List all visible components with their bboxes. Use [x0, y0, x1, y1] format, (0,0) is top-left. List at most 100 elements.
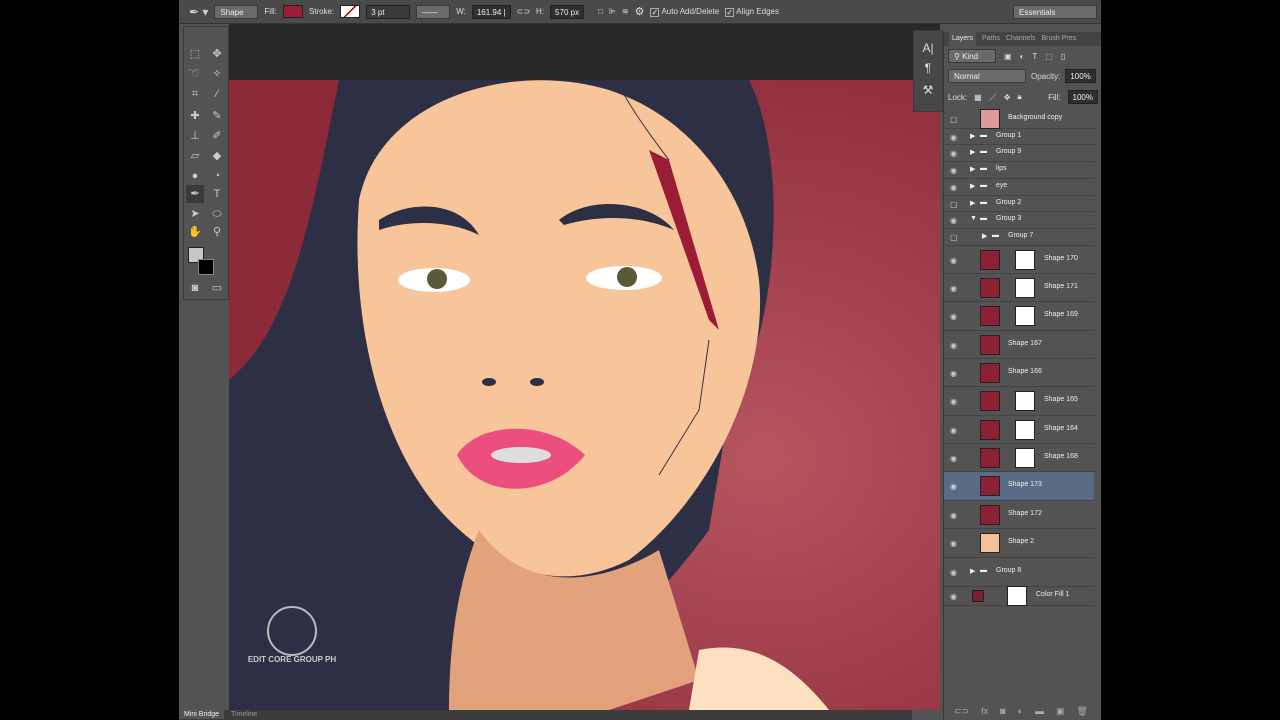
tab-mini-bridge[interactable]: Mini Bridge — [179, 710, 225, 719]
pen-tool[interactable]: ✒ — [186, 185, 204, 203]
filter-kind-dropdown[interactable]: ⚲ Kind — [948, 49, 996, 63]
healing-tool[interactable]: ✚ — [186, 107, 204, 125]
layer-row[interactable]: ◉ Color Fill 1 — [944, 586, 1094, 606]
layer-row[interactable]: ◉ Shape 166 — [944, 359, 1094, 387]
layer-row[interactable]: ◉ ▶ ▬ Group 8 — [944, 558, 1094, 587]
chevron-right-icon[interactable]: ▶ — [982, 232, 987, 240]
paint-bucket-tool[interactable]: ◆ — [208, 147, 226, 165]
layer-row[interactable]: ▢ Background copy — [944, 108, 1094, 129]
layer-row[interactable]: ◉ Shape 172 — [944, 501, 1094, 529]
visibility-off-icon[interactable]: ▢ — [950, 115, 958, 124]
crop-tool[interactable]: ⌗ — [186, 85, 204, 103]
eye-icon[interactable]: ◉ — [950, 256, 957, 265]
eye-icon[interactable]: ◉ — [950, 568, 957, 577]
tool-mode-dropdown[interactable]: Shape — [214, 4, 259, 19]
history-brush-tool[interactable]: ✐ — [208, 127, 226, 145]
new-layer-icon[interactable]: ▣ — [1056, 706, 1065, 717]
document-canvas[interactable]: EDIT CORE GROUP PH — [229, 80, 940, 710]
tab-layers[interactable]: Layers — [949, 32, 977, 46]
path-selection-tool[interactable]: ➤ — [186, 205, 204, 223]
layer-row[interactable]: ◉ Shape 170 — [944, 246, 1094, 274]
filter-type-icon[interactable]: T — [1032, 52, 1037, 61]
layer-row[interactable]: ◉ Shape 168 — [944, 444, 1094, 472]
new-group-icon[interactable]: ▬ — [1035, 706, 1044, 717]
eye-icon[interactable]: ◉ — [950, 592, 957, 601]
link-icon[interactable]: ⊂⊃ — [517, 7, 530, 16]
auto-add-delete-checkbox[interactable]: ✓ Auto Add/Delete — [650, 7, 719, 17]
layer-row[interactable]: ◉ Shape 169 — [944, 302, 1094, 331]
screen-mode-icon[interactable]: ▭ — [208, 279, 226, 297]
tab-channels[interactable]: Channels — [1006, 32, 1036, 46]
blend-mode-dropdown[interactable]: Normal — [948, 69, 1026, 83]
move-tool[interactable]: ✥ — [208, 45, 226, 63]
tab-paths[interactable]: Paths — [982, 32, 1000, 46]
layer-row[interactable]: ◉ Shape 173 — [944, 472, 1094, 501]
blur-tool[interactable]: ● — [186, 167, 204, 185]
chevron-right-icon[interactable]: ▶ — [970, 165, 975, 173]
lasso-tool[interactable]: ➰ — [186, 65, 204, 83]
chevron-right-icon[interactable]: ▶ — [970, 567, 975, 575]
paragraph-icon[interactable]: ¶ — [914, 61, 942, 75]
chevron-down-icon[interactable]: ▼ — [970, 215, 977, 222]
layer-row[interactable]: ◉ ▶ ▬ lips — [944, 162, 1094, 179]
eye-icon[interactable]: ◉ — [950, 426, 957, 435]
trash-icon[interactable]: 🗑︎ — [1077, 706, 1088, 717]
stamp-tool[interactable]: ⊥ — [186, 127, 204, 145]
opacity-field[interactable]: 100% — [1065, 69, 1096, 83]
lock-all-icon[interactable]: 🔒︎ — [1017, 92, 1021, 102]
pen-icon[interactable]: ✒ ▾ — [189, 5, 208, 19]
layer-row[interactable]: ◉ Shape 164 — [944, 416, 1094, 444]
stroke-width-field[interactable]: 3 pt — [366, 4, 411, 19]
fx-icon[interactable]: fx — [981, 706, 988, 717]
background-color[interactable] — [198, 259, 214, 275]
visibility-off-icon[interactable]: ▢ — [950, 233, 958, 242]
add-mask-icon[interactable]: ◙ — [1000, 706, 1005, 717]
path-arrangement-icon[interactable]: ≋ — [622, 7, 629, 16]
layer-row[interactable]: ◉ Shape 165 — [944, 387, 1094, 416]
stroke-swatch[interactable] — [340, 5, 361, 18]
eyedropper-tool[interactable]: ⁄ — [208, 85, 226, 103]
filter-shape-icon[interactable]: ⬚ — [1045, 52, 1053, 61]
height-field[interactable]: 570 px — [550, 4, 585, 19]
visibility-off-icon[interactable]: ▢ — [950, 200, 958, 209]
eye-icon[interactable]: ◉ — [950, 397, 957, 406]
tool-presets-icon[interactable]: ⚒ — [914, 83, 942, 97]
width-field[interactable]: 161.94 | — [471, 4, 511, 19]
path-alignment-icon[interactable]: ⊫ — [609, 7, 616, 16]
eye-icon[interactable]: ◉ — [950, 284, 957, 293]
magic-wand-tool[interactable]: ✧ — [208, 65, 226, 83]
hand-tool[interactable]: ✋ — [186, 223, 204, 241]
eye-icon[interactable]: ◉ — [950, 133, 957, 142]
lock-image-icon[interactable]: ／ — [989, 92, 997, 103]
layer-row[interactable]: ◉ Shape 2 — [944, 529, 1094, 558]
stroke-type-dropdown[interactable]: —— — [416, 4, 451, 19]
workspace-dropdown[interactable]: Essentials — [1013, 4, 1097, 19]
eye-icon[interactable]: ◉ — [950, 369, 957, 378]
ellipse-tool[interactable]: ⬭ — [208, 205, 226, 223]
fill-field[interactable]: 100% — [1067, 90, 1098, 104]
eye-icon[interactable]: ◉ — [950, 454, 957, 463]
tab-brush-presets[interactable]: Brush Pres — [1042, 32, 1077, 46]
layer-row[interactable]: ◉ ▶ ▬ eye — [944, 179, 1094, 196]
eye-icon[interactable]: ◉ — [950, 216, 957, 225]
layer-row[interactable]: ◉ ▶ ▬ Group 9 — [944, 145, 1094, 162]
dodge-tool[interactable]: ◔ — [208, 167, 226, 185]
eye-icon[interactable]: ◉ — [950, 539, 957, 548]
brush-tool[interactable]: ✎ — [208, 107, 226, 125]
layer-row[interactable]: ◉ Shape 167 — [944, 331, 1094, 359]
eye-icon[interactable]: ◉ — [950, 511, 957, 520]
gear-icon[interactable]: ⚙ — [635, 5, 645, 18]
path-operations-icon[interactable]: □ — [598, 7, 603, 16]
eye-icon[interactable]: ◉ — [950, 482, 957, 491]
layer-row[interactable]: ◉ ▶ ▬ Group 1 — [944, 129, 1094, 145]
tab-timeline[interactable]: Timeline — [226, 710, 262, 719]
zoom-tool[interactable]: ⚲ — [208, 223, 226, 241]
align-edges-checkbox[interactable]: ✓ Align Edges — [725, 7, 779, 17]
eye-icon[interactable]: ◉ — [950, 166, 957, 175]
filter-smart-object-icon[interactable]: ▯ — [1061, 52, 1065, 61]
quick-mask-icon[interactable]: ◙ — [186, 279, 204, 297]
filter-adjustment-icon[interactable]: ◐ — [1020, 52, 1025, 61]
eye-icon[interactable]: ◉ — [950, 183, 957, 192]
eye-icon[interactable]: ◉ — [950, 149, 957, 158]
chevron-right-icon[interactable]: ▶ — [970, 199, 975, 207]
